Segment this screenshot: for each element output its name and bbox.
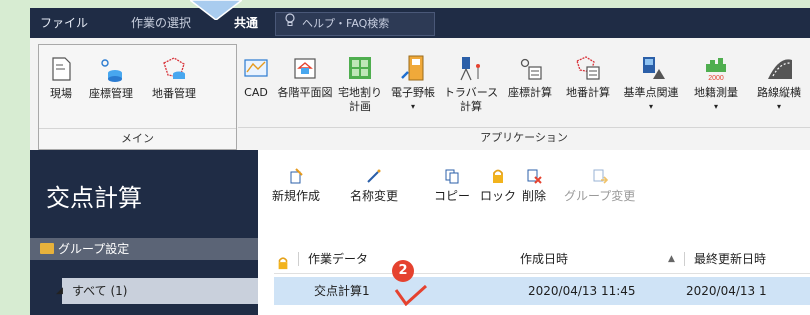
field-book-label: 電子野帳 bbox=[391, 86, 435, 99]
site-button[interactable]: 現場 bbox=[45, 45, 77, 117]
delete-icon bbox=[527, 169, 542, 184]
help-search-input[interactable]: ヘルプ・FAQ検索 bbox=[302, 13, 389, 35]
table-row[interactable]: 交点計算1 2020/04/13 11:45 2020/04/13 1 bbox=[274, 277, 810, 305]
group-change-icon bbox=[593, 169, 608, 184]
row-name: 交点計算1 bbox=[314, 284, 370, 298]
copy-label: コピー bbox=[434, 189, 471, 203]
parcel-calc-label: 地番計算 bbox=[566, 86, 610, 99]
parcel-manage-label: 地番管理 bbox=[152, 87, 196, 100]
coordinate-manage-label: 座標管理 bbox=[89, 87, 133, 100]
traverse-label-2: 計算 bbox=[460, 100, 482, 113]
route-button[interactable]: 路線縦横 ▾ bbox=[748, 44, 810, 116]
benchmark-dropdown-icon[interactable]: ▾ bbox=[618, 100, 684, 114]
lock-label: ロック bbox=[480, 189, 517, 203]
copy-icon bbox=[445, 169, 459, 184]
lot-plan-label: 宅地割り bbox=[338, 86, 382, 99]
lock-button[interactable]: ロック bbox=[480, 168, 516, 204]
coordinate-manage-button[interactable]: 座標管理 bbox=[83, 45, 139, 117]
group-label-apps: アプリケーション bbox=[238, 127, 810, 148]
traverse-label: トラバース bbox=[443, 86, 499, 99]
rename-icon bbox=[367, 169, 381, 183]
main-content: 新規作成 名称変更 コピー ロック 削除 グループ変更 作業データ 作成日時 ▲… bbox=[258, 150, 810, 315]
help-search-box[interactable]: ヘルプ・FAQ検索 bbox=[275, 12, 435, 36]
floorplan-button[interactable]: 各階平面図 bbox=[276, 44, 334, 116]
benchmark-label: 基準点関連 bbox=[623, 86, 679, 99]
route-label: 路線縦横 bbox=[757, 86, 801, 99]
lot-plan-icon bbox=[349, 57, 371, 79]
new-document-icon bbox=[290, 168, 303, 184]
group-label-main: メイン bbox=[39, 128, 236, 149]
tab-file[interactable]: ファイル bbox=[36, 8, 92, 38]
header-divider bbox=[298, 252, 299, 266]
ribbon-group-main: 現場 座標管理 地番管理 メイン bbox=[38, 44, 237, 150]
parcel-calc-icon bbox=[576, 56, 600, 80]
copy-button[interactable]: コピー bbox=[434, 168, 470, 204]
sort-up-icon: ▲ bbox=[668, 254, 675, 264]
group-setting-label: グループ設定 bbox=[58, 242, 130, 256]
coordinate-calc-icon bbox=[520, 58, 542, 80]
cad-icon bbox=[244, 59, 268, 77]
column-name[interactable]: 作業データ bbox=[308, 245, 368, 273]
cadastral-button[interactable]: 2000 地籍測量 ▾ bbox=[686, 44, 746, 116]
header-divider-2 bbox=[684, 252, 685, 266]
cad-label: CAD bbox=[244, 86, 268, 99]
route-dropdown-icon[interactable]: ▾ bbox=[748, 100, 810, 114]
svg-text:2000: 2000 bbox=[708, 75, 724, 82]
checkmark-icon bbox=[394, 284, 428, 306]
floorplan-label: 各階平面図 bbox=[277, 86, 333, 99]
floorplan-icon bbox=[294, 58, 316, 79]
group-change-button[interactable]: グループ変更 bbox=[564, 168, 635, 204]
parcel-manage-button[interactable]: 地番管理 bbox=[145, 45, 203, 117]
ribbon: 現場 座標管理 地番管理 メイン CAD 各階平面図 宅地割り 計画 電子野帳 … bbox=[30, 38, 810, 151]
cadastral-dropdown-icon[interactable]: ▾ bbox=[686, 100, 746, 114]
new-label: 新規作成 bbox=[272, 189, 321, 203]
lock-icon bbox=[493, 169, 503, 183]
parcel-icon bbox=[163, 57, 185, 79]
site-label: 現場 bbox=[50, 87, 72, 100]
row-created: 2020/04/13 11:45 bbox=[528, 284, 636, 298]
table-header: 作業データ 作成日時 ▲ 最終更新日時 bbox=[274, 245, 810, 274]
ribbon-tab-bar: ファイル 作業の選択 共通 ヘルプ・FAQ検索 bbox=[30, 8, 810, 38]
column-created[interactable]: 作成日時 bbox=[520, 245, 568, 273]
lot-plan-label-2: 計画 bbox=[349, 100, 371, 113]
rename-label: 名称変更 bbox=[350, 189, 399, 203]
cad-button[interactable]: CAD bbox=[238, 44, 274, 116]
sidebar-item-all-label: すべて (1) bbox=[72, 284, 128, 298]
cadastral-icon: 2000 bbox=[706, 58, 726, 82]
benchmark-icon bbox=[643, 57, 665, 79]
field-book-icon bbox=[401, 55, 424, 81]
lock-column-icon bbox=[276, 252, 290, 280]
coordinate-icon bbox=[101, 59, 122, 82]
traverse-icon bbox=[460, 57, 480, 81]
delete-button[interactable]: 削除 bbox=[522, 168, 546, 204]
lightbulb-icon bbox=[284, 13, 296, 35]
route-icon bbox=[768, 59, 792, 79]
sidebar-item-all[interactable]: ◢ すべて (1) bbox=[56, 278, 258, 304]
field-book-dropdown-icon[interactable]: ▾ bbox=[386, 100, 440, 114]
document-icon bbox=[52, 57, 71, 81]
ribbon-group-apps: CAD 各階平面図 宅地割り 計画 電子野帳 ▾ トラバース 計算 座標計算 地… bbox=[238, 44, 810, 148]
new-button[interactable]: 新規作成 bbox=[272, 168, 320, 204]
group-change-label: グループ変更 bbox=[564, 189, 636, 203]
group-setting-header[interactable]: グループ設定 bbox=[30, 238, 258, 260]
lot-plan-button[interactable]: 宅地割り 計画 bbox=[336, 44, 384, 116]
step-badge: 2 bbox=[392, 260, 414, 282]
benchmark-button[interactable]: 基準点関連 ▾ bbox=[618, 44, 684, 116]
rename-button[interactable]: 名称変更 bbox=[350, 168, 398, 204]
delete-label: 削除 bbox=[522, 189, 547, 203]
cadastral-label: 地籍測量 bbox=[694, 86, 738, 99]
row-updated: 2020/04/13 1 bbox=[686, 284, 767, 298]
sidebar: 交点計算 グループ設定 ◢ すべて (1) bbox=[30, 150, 258, 315]
expand-arrow-icon[interactable]: ◢ bbox=[56, 278, 63, 304]
folder-icon bbox=[40, 243, 54, 254]
parcel-calc-button[interactable]: 地番計算 bbox=[560, 44, 616, 116]
traverse-button[interactable]: トラバース 計算 bbox=[442, 44, 500, 116]
coordinate-calc-button[interactable]: 座標計算 bbox=[502, 44, 558, 116]
coordinate-calc-label: 座標計算 bbox=[508, 86, 552, 99]
pointer-arrow-icon bbox=[190, 0, 242, 20]
column-updated[interactable]: 最終更新日時 bbox=[694, 245, 766, 273]
page-title: 交点計算 bbox=[46, 184, 142, 212]
field-book-button[interactable]: 電子野帳 ▾ bbox=[386, 44, 440, 116]
